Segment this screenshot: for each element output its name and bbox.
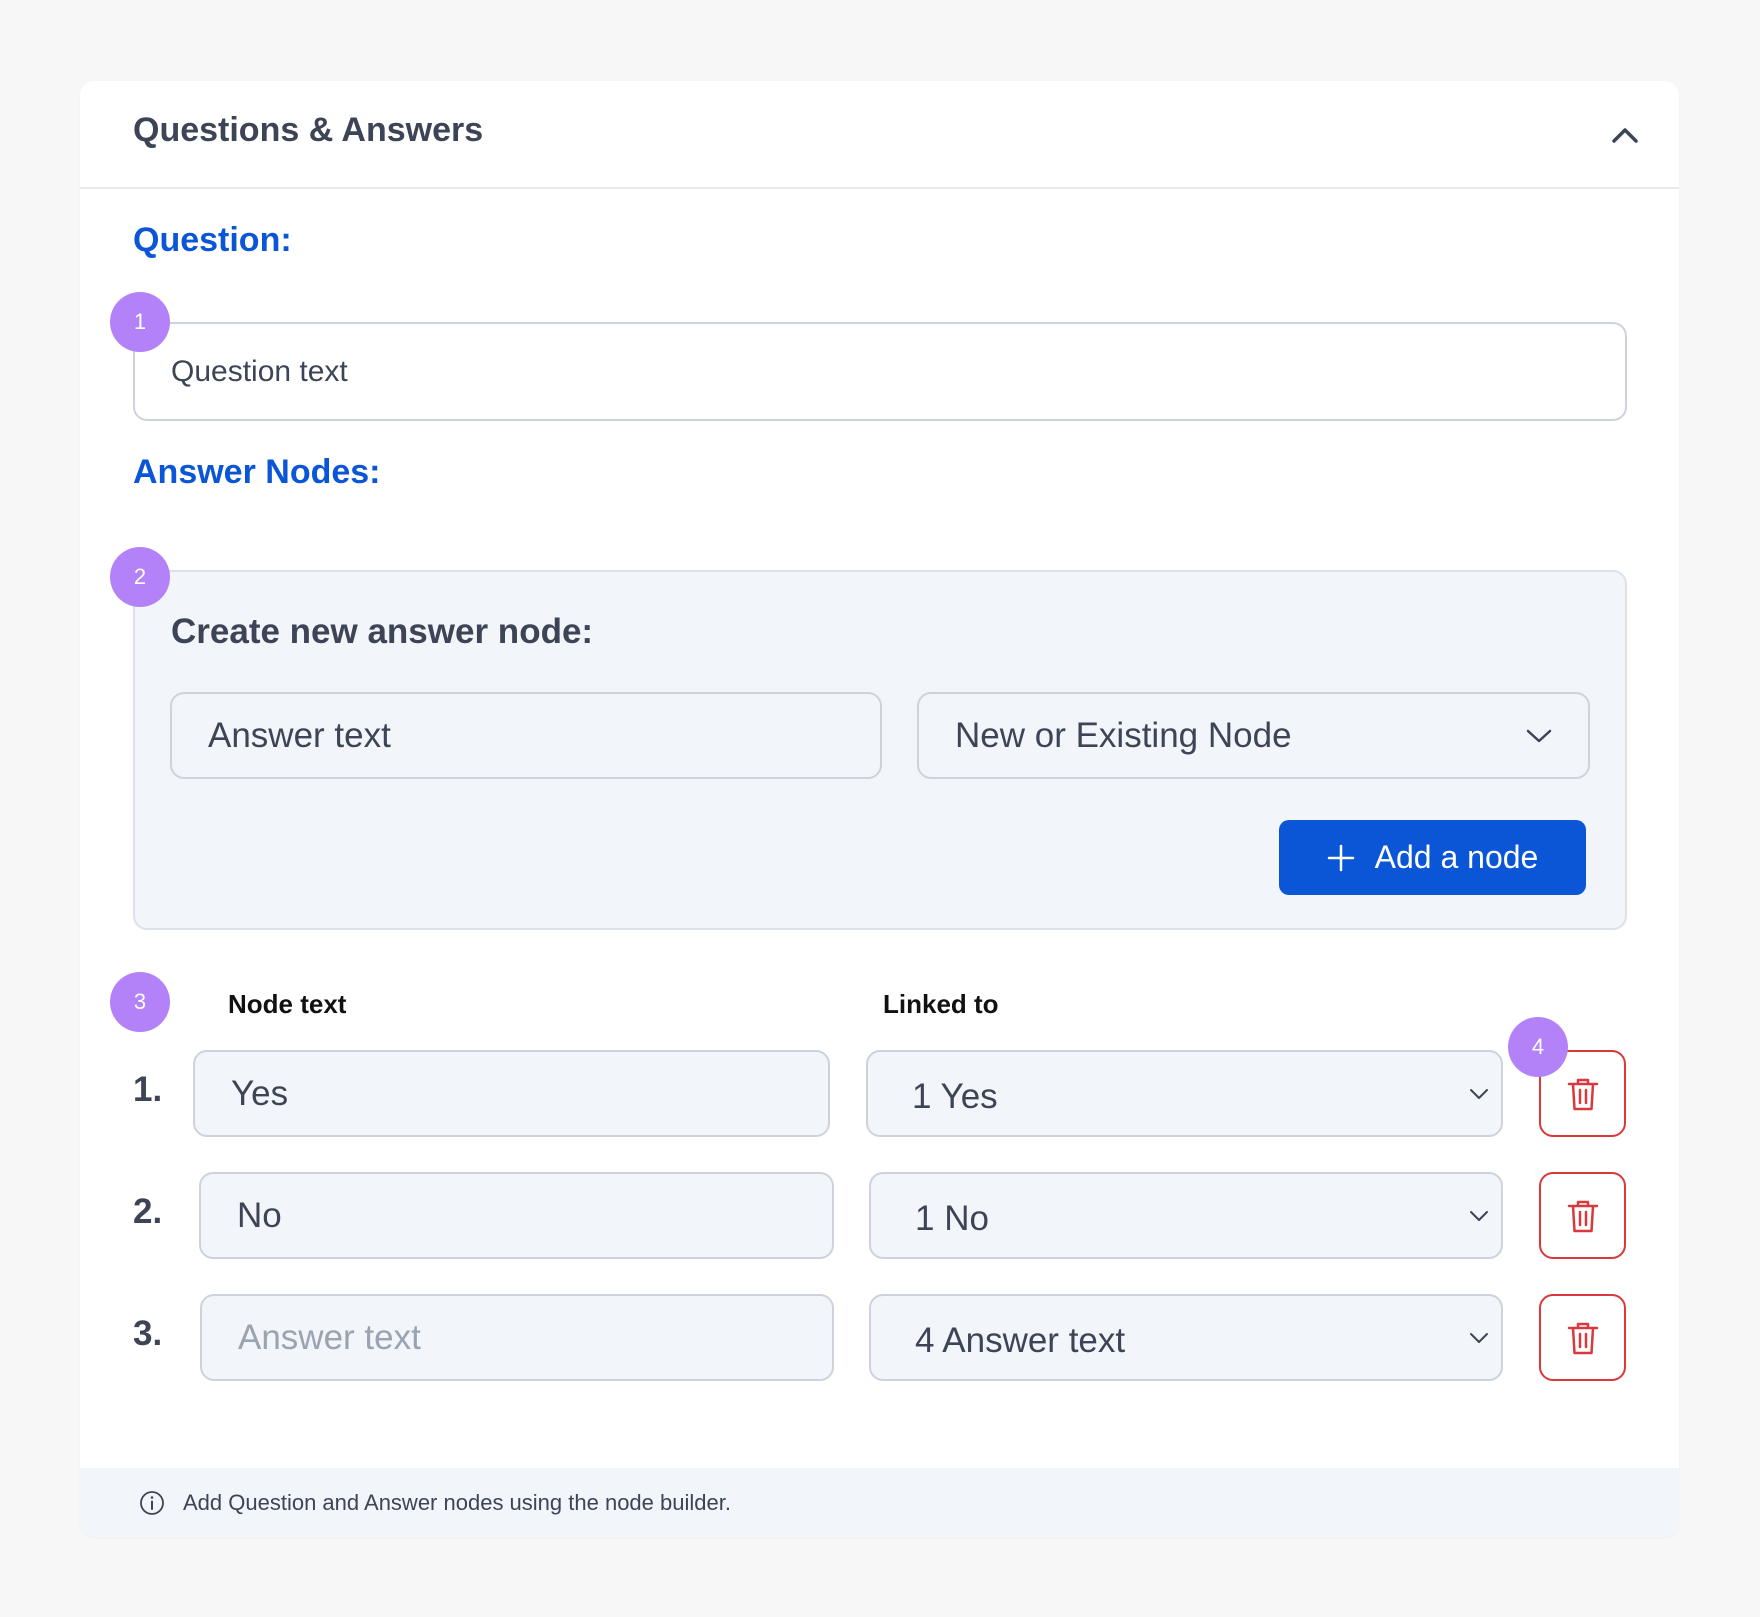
row-number: 3. (133, 1314, 163, 1353)
chevron-up-icon (1612, 128, 1638, 143)
col-header-node-text: Node text (228, 989, 347, 1019)
col-header-linked-to: Linked to (883, 989, 999, 1019)
questions-answers-panel: Questions & Answers Question: 1 Answer N… (80, 81, 1679, 1537)
node-select-value: New or Existing Node (955, 715, 1292, 755)
panel-footer: Add Question and Answer nodes using the … (80, 1468, 1679, 1537)
delete-row-button[interactable] (1539, 1172, 1626, 1259)
delete-row-button[interactable] (1539, 1294, 1626, 1381)
chevron-down-icon (1470, 1332, 1488, 1343)
chevron-down-icon (1470, 1210, 1488, 1221)
answer-node-builder: Create new answer node: New or Existing … (133, 570, 1627, 930)
trash-icon (1567, 1200, 1598, 1232)
node-select[interactable]: New or Existing Node (917, 692, 1590, 779)
panel-title: Questions & Answers (133, 111, 484, 149)
node-text-input[interactable] (193, 1050, 830, 1137)
answer-nodes-label: Answer Nodes: (133, 453, 381, 491)
chevron-down-icon (1470, 1088, 1488, 1099)
linked-to-value: 1 Yes (912, 1076, 998, 1116)
question-label: Question: (133, 221, 292, 259)
collapse-button[interactable] (1605, 115, 1645, 155)
trash-icon (1567, 1322, 1598, 1354)
question-input[interactable] (133, 322, 1627, 421)
step-badge-4: 4 (1508, 1017, 1568, 1077)
chevron-down-icon (1526, 729, 1552, 742)
node-text-input[interactable] (199, 1172, 834, 1259)
node-text-input[interactable] (200, 1294, 834, 1381)
plus-icon (1327, 844, 1354, 871)
row-number: 1. (133, 1070, 163, 1109)
add-node-button[interactable]: Add a node (1279, 820, 1586, 895)
row-number: 2. (133, 1192, 163, 1231)
linked-to-value: 4 Answer text (915, 1320, 1126, 1360)
linked-to-value: 1 No (915, 1198, 989, 1238)
linked-to-select[interactable]: 4 Answer text (869, 1294, 1503, 1381)
builder-title: Create new answer node: (171, 612, 594, 651)
linked-to-select[interactable]: 1 No (869, 1172, 1503, 1259)
step-badge-1: 1 (110, 292, 170, 352)
answer-text-input[interactable] (170, 692, 882, 779)
linked-to-select[interactable]: 1 Yes (866, 1050, 1503, 1137)
footer-hint: Add Question and Answer nodes using the … (183, 1489, 731, 1515)
step-badge-2: 2 (110, 547, 170, 607)
info-icon (140, 1490, 164, 1515)
step-badge-3: 3 (110, 972, 170, 1032)
panel-header[interactable]: Questions & Answers (80, 81, 1679, 189)
add-node-label: Add a node (1374, 839, 1539, 875)
trash-icon (1567, 1078, 1598, 1110)
